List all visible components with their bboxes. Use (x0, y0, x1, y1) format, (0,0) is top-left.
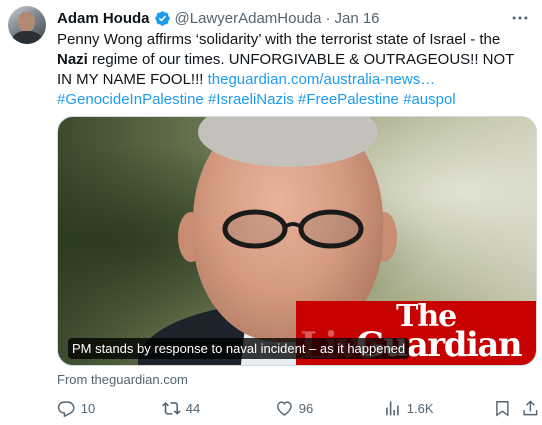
hashtag-link[interactable]: #IsraeliNazis (208, 91, 294, 108)
action-bar: 10 44 96 1.6K (57, 397, 540, 419)
hashtag-link[interactable]: #auspol (403, 91, 456, 108)
like-button[interactable]: 96 (275, 397, 313, 419)
like-count: 96 (298, 400, 314, 416)
tweet[interactable]: Adam Houda @LawyerAdamHouda · Jan 16 Pen… (0, 0, 542, 425)
reply-icon (57, 401, 75, 417)
verified-badge-icon (154, 10, 170, 26)
tweet-date[interactable]: Jan 16 (334, 10, 379, 27)
author-handle[interactable]: @LawyerAdamHouda (175, 10, 322, 27)
card-source[interactable]: From theguardian.com (57, 372, 188, 387)
views-count: 1.6K (406, 400, 434, 416)
reply-button[interactable]: 10 (57, 397, 95, 419)
tweet-link[interactable]: theguardian.com/australia-news… (208, 71, 436, 88)
tweet-text-part1: Penny Wong affirms ‘solidarity’ with the… (57, 31, 501, 48)
hashtag-link[interactable]: #GenocideInPalestine (57, 91, 204, 108)
more-icon[interactable] (510, 8, 530, 28)
share-icon (523, 399, 538, 415)
photo-glasses (222, 209, 364, 249)
tweet-header: Adam Houda @LawyerAdamHouda · Jan 16 (57, 8, 380, 28)
hashtag-link[interactable]: #FreePalestine (298, 91, 399, 108)
reply-count: 10 (80, 400, 96, 416)
avatar-head (18, 12, 35, 32)
avatar[interactable] (8, 6, 46, 44)
tweet-text-bold: Nazi (57, 51, 88, 68)
link-card-image[interactable]: Live The Guardian (57, 116, 537, 366)
retweet-button[interactable]: 44 (162, 397, 200, 419)
share-button[interactable] (521, 397, 540, 419)
views-icon (386, 400, 399, 416)
bookmark-icon (496, 400, 509, 417)
author-name[interactable]: Adam Houda (57, 10, 150, 27)
separator-dot: · (325, 9, 331, 27)
retweet-count: 44 (185, 400, 201, 416)
views-button[interactable]: 1.6K (383, 397, 434, 419)
card-caption[interactable]: PM stands by response to naval incident … (68, 338, 410, 359)
like-icon (277, 401, 292, 416)
tweet-text: Penny Wong affirms ‘solidarity’ with the… (57, 30, 532, 110)
retweet-icon (162, 401, 181, 415)
avatar-shoulders (12, 31, 42, 44)
bookmark-button[interactable] (493, 397, 512, 419)
